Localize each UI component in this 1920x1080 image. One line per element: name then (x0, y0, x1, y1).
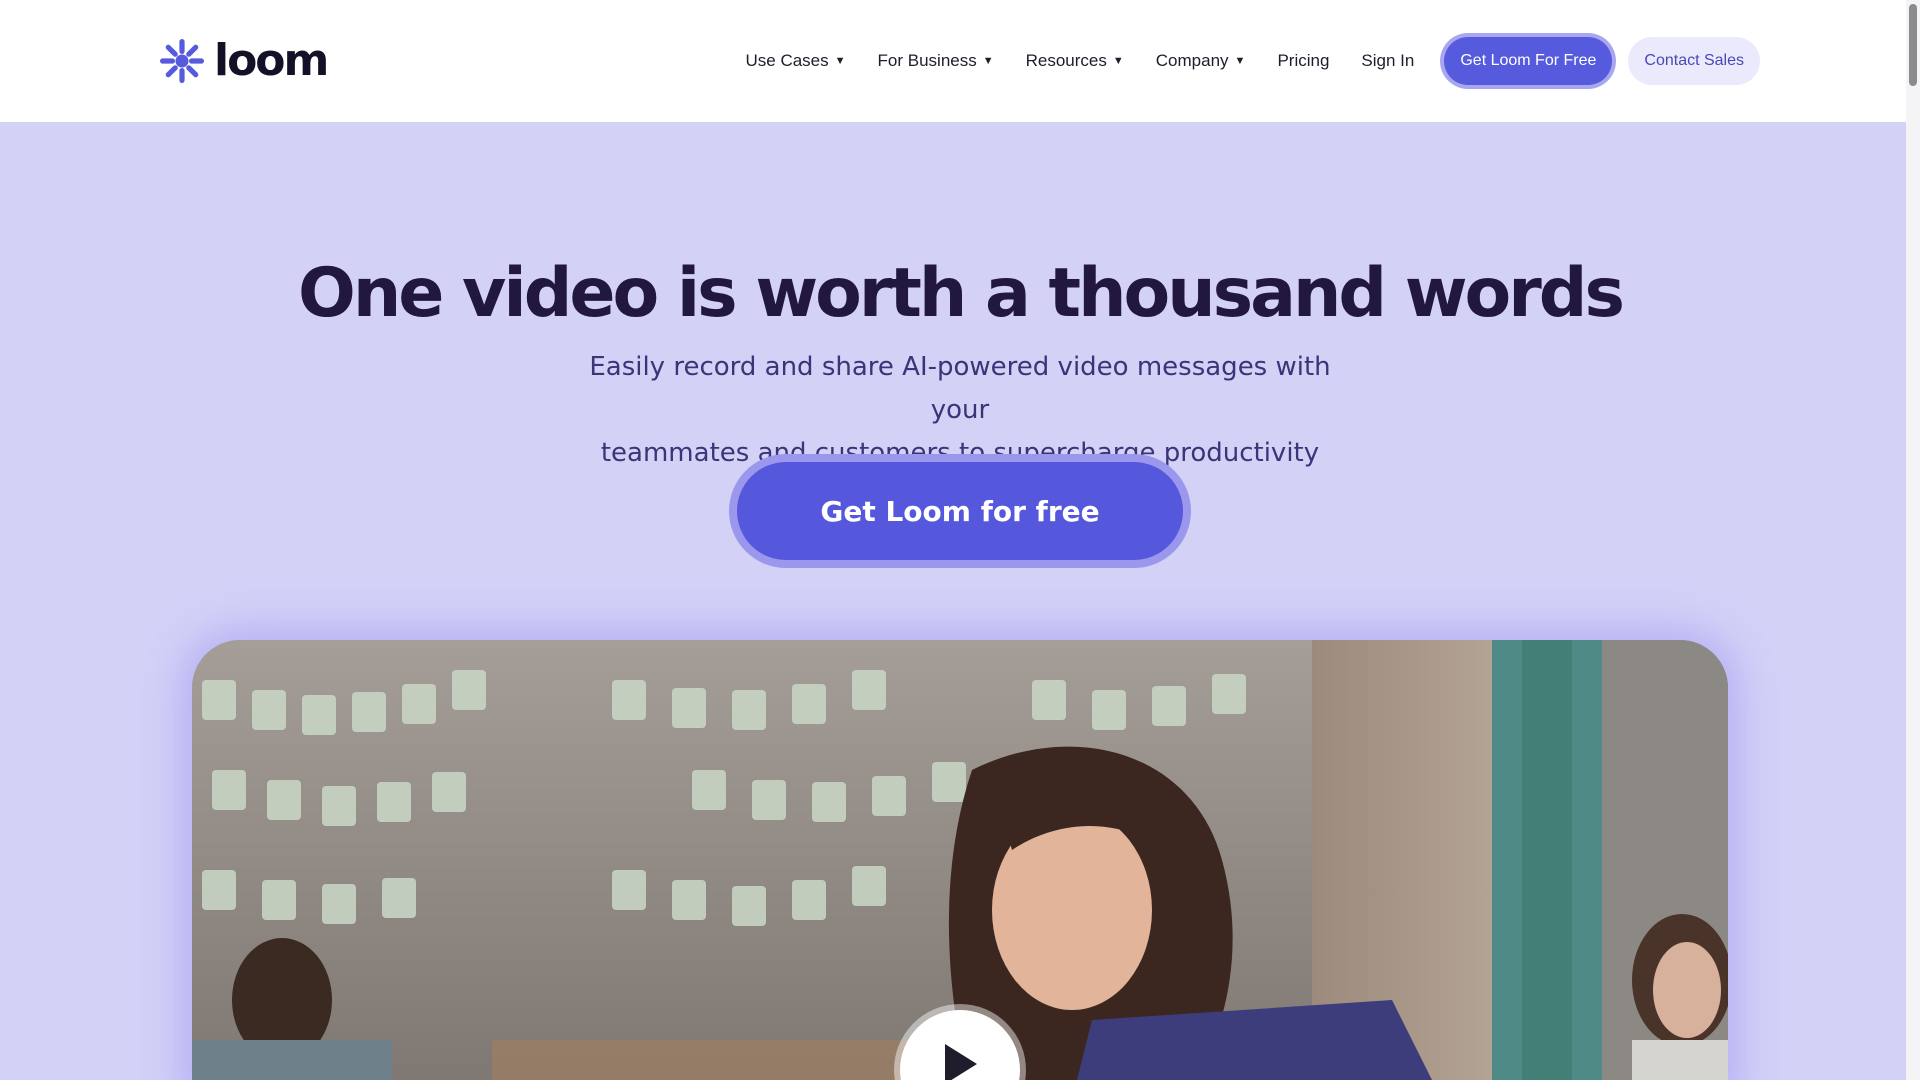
nav-use-cases-label: Use Cases (745, 51, 829, 70)
hero-subtitle-line-1: Easily record and share AI-powered video… (589, 352, 1331, 425)
loom-logo[interactable]: loom (158, 35, 329, 86)
get-loom-for-free-cta[interactable]: Get Loom for free (737, 462, 1183, 560)
main-nav: Use Cases ▼ For Business ▼ Resources ▼ C… (746, 34, 1760, 88)
nav-use-cases[interactable]: Use Cases ▼ (746, 51, 846, 71)
play-icon (945, 1044, 977, 1080)
nav-for-business-label: For Business (877, 51, 977, 70)
hero-cta-ring: Get Loom for free (729, 454, 1191, 568)
logo-wordmark: loom (214, 35, 329, 86)
loom-asterisk-icon (160, 39, 204, 83)
nav-company-label: Company (1155, 51, 1229, 70)
page-scrollbar[interactable] (1906, 0, 1920, 1080)
nav-pricing-link[interactable]: Pricing (1277, 51, 1329, 71)
caret-down-icon: ▼ (982, 54, 994, 67)
scrollbar-thumb[interactable] (1909, 4, 1917, 86)
page: loom Use Cases ▼ For Business ▼ Resource… (0, 0, 1920, 1080)
hero-title: One video is worth a thousand words (298, 254, 1625, 333)
contact-sales-button[interactable]: Contact Sales (1628, 37, 1760, 85)
caret-down-icon: ▼ (1234, 54, 1246, 67)
nav-resources-label: Resources (1025, 51, 1107, 70)
caret-down-icon: ▼ (834, 54, 846, 67)
nav-resources[interactable]: Resources ▼ (1026, 51, 1124, 71)
sign-in-link[interactable]: Sign In (1361, 51, 1414, 71)
nav-for-business[interactable]: For Business ▼ (878, 51, 994, 71)
site-header: loom Use Cases ▼ For Business ▼ Resource… (0, 0, 1920, 122)
nav-company[interactable]: Company ▼ (1156, 51, 1246, 71)
get-loom-free-button[interactable]: Get Loom For Free (1444, 37, 1613, 85)
caret-down-icon: ▼ (1112, 54, 1124, 67)
